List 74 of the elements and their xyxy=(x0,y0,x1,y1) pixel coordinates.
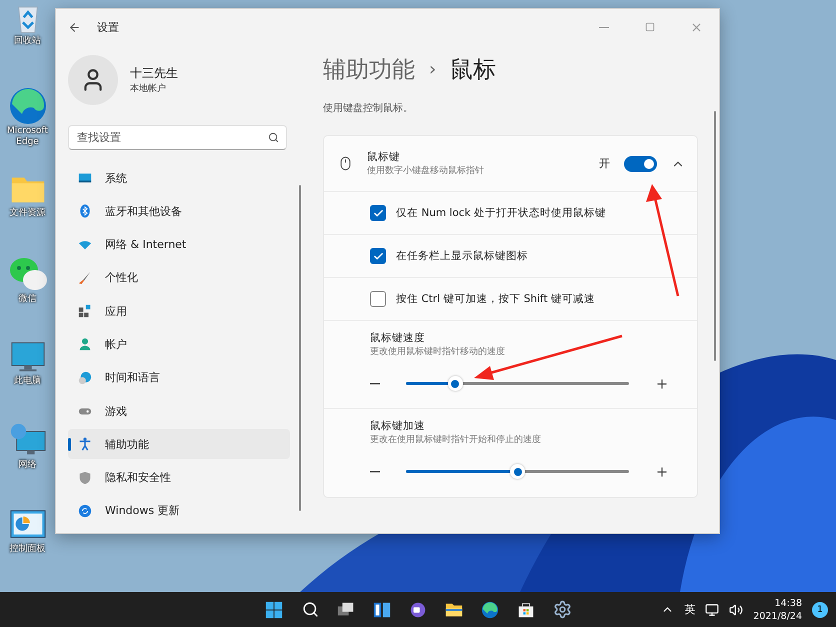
setting-description: 使用数字小键盘移动鼠标指针 xyxy=(367,164,484,177)
nav-item[interactable]: Windows 更新 xyxy=(68,496,290,526)
close-icon xyxy=(690,20,702,34)
nav-item[interactable]: 帐户 xyxy=(68,329,290,360)
desktop-icon-label: 控制面板 xyxy=(10,544,46,555)
desktop-icon-label: 文件资源 xyxy=(10,208,46,219)
page-description: 使用键盘控制鼠标。 xyxy=(323,102,414,115)
minimize-icon xyxy=(599,26,609,28)
bluetooth-icon xyxy=(78,204,92,218)
nav-item[interactable]: 网络 & Internet xyxy=(68,230,290,260)
scrollbar[interactable] xyxy=(714,111,716,361)
nav-item[interactable]: 辅助功能 xyxy=(68,429,290,460)
display-icon xyxy=(78,171,92,185)
account-type: 本地帐户 xyxy=(130,82,167,95)
nav-item[interactable]: 隐私和安全性 xyxy=(68,462,290,493)
person-icon xyxy=(78,337,92,352)
back-icon[interactable] xyxy=(68,20,81,34)
slider-thumb[interactable] xyxy=(448,376,463,391)
search-field[interactable]: 查找设置 xyxy=(68,125,287,150)
slider-track[interactable] xyxy=(406,376,629,391)
setting-title: 鼠标键速度 xyxy=(370,331,426,345)
clock-globe-icon xyxy=(78,370,92,385)
checkbox[interactable] xyxy=(370,205,386,221)
apps-icon xyxy=(78,304,92,318)
checkbox[interactable] xyxy=(370,248,386,264)
plus-icon xyxy=(655,464,669,478)
page-title: 鼠标 xyxy=(450,56,496,84)
selection-indicator xyxy=(68,438,71,452)
checkbox[interactable] xyxy=(370,291,386,307)
slider-track[interactable] xyxy=(406,464,629,479)
desktop-icon-label: 此电脑 xyxy=(14,376,41,387)
checkmark-icon xyxy=(372,208,384,218)
toggle-state-label: 开 xyxy=(599,156,610,171)
desktop-icon-label: 网络 xyxy=(18,460,36,471)
toggle-switch[interactable] xyxy=(624,156,657,172)
desktop-icon-label: 微信 xyxy=(18,294,36,305)
setting-description: 更改在使用鼠标键时指针开始和停止的速度 xyxy=(370,434,542,446)
setting-title: 鼠标键 xyxy=(367,150,401,164)
nav-item[interactable]: 应用 xyxy=(68,296,290,326)
desktop-icon-label: Microsoft Edge xyxy=(6,126,49,148)
shield-icon xyxy=(78,470,92,485)
checkbox-label: 仅在 Num lock 处于打开状态时使用鼠标键 xyxy=(396,206,606,220)
maximize-icon xyxy=(645,22,655,32)
desktop-icon-label: 回收站 xyxy=(14,36,41,47)
search-icon xyxy=(268,132,279,143)
checkbox-label: 按住 Ctrl 键可加速，按下 Shift 键可减速 xyxy=(396,292,595,306)
nav-item[interactable]: 系统 xyxy=(68,163,290,193)
network-icon[interactable] xyxy=(705,602,720,616)
clock[interactable]: 14:38 2021/8/24 xyxy=(753,596,802,622)
nav-item[interactable]: 游戏 xyxy=(68,396,290,426)
notification-badge[interactable]: 1 xyxy=(812,602,828,618)
brush-icon xyxy=(78,270,92,285)
mouse-icon xyxy=(338,156,353,171)
minus-icon xyxy=(370,382,380,384)
user-name: 十三先生 xyxy=(130,65,178,82)
window-title: 设置 xyxy=(97,20,119,34)
accessibility-icon xyxy=(78,437,92,452)
input-language[interactable]: 英 xyxy=(684,602,696,617)
minus-icon xyxy=(370,470,380,472)
setting-description: 更改使用鼠标键时指针移动的速度 xyxy=(370,346,506,358)
scrollbar[interactable] xyxy=(299,185,301,511)
slider-thumb[interactable] xyxy=(510,464,525,479)
checkmark-icon xyxy=(372,250,384,262)
checkbox-label: 在任务栏上显示鼠标键图标 xyxy=(396,249,528,263)
nav-item[interactable]: 时间和语言 xyxy=(68,362,290,393)
sync-icon xyxy=(78,504,92,518)
nav-item[interactable]: 蓝牙和其他设备 xyxy=(68,196,290,226)
plus-icon xyxy=(655,376,669,390)
setting-title: 鼠标键加速 xyxy=(370,419,426,433)
nav-item[interactable]: 个性化 xyxy=(68,262,290,293)
breadcrumb-link[interactable]: 辅助功能 xyxy=(323,54,415,84)
breadcrumb-separator: › xyxy=(429,58,436,80)
volume-icon[interactable] xyxy=(729,602,744,616)
avatar xyxy=(68,55,118,105)
